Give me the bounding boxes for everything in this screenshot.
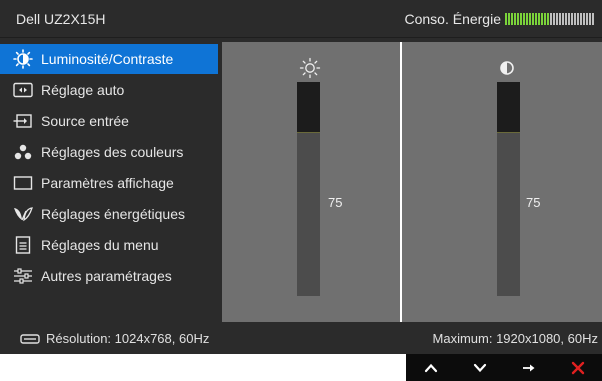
energy-bar-segment	[523, 13, 525, 25]
energy-bar-segment	[589, 13, 591, 25]
energy-bar-segment	[544, 13, 546, 25]
energy-level-bars	[505, 13, 594, 25]
other-settings-icon	[11, 266, 35, 286]
down-button[interactable]	[462, 354, 498, 381]
auto-adjust-icon	[11, 80, 35, 100]
display-settings-icon	[11, 173, 35, 193]
menu-item-menu-settings[interactable]: Réglages du menu	[0, 230, 218, 260]
osd-footer: Résolution: 1024x768, 60Hz Maximum: 1920…	[0, 322, 602, 354]
energy-bar-segment	[514, 13, 516, 25]
energy-bar-segment	[547, 13, 549, 25]
energy-bar-segment	[559, 13, 561, 25]
energy-bar-segment	[535, 13, 537, 25]
current-resolution: Résolution: 1024x768, 60Hz	[20, 331, 209, 346]
energy-bar-segment	[508, 13, 510, 25]
right-arrow-icon	[522, 364, 534, 371]
display-port-icon	[20, 333, 40, 345]
menu-item-label: Luminosité/Contraste	[41, 51, 174, 67]
contrast-slider[interactable]	[497, 82, 520, 296]
energy-bar-segment	[526, 13, 528, 25]
up-button[interactable]	[413, 354, 449, 381]
contrast-value: 75	[526, 195, 541, 210]
panel-divider	[400, 42, 402, 322]
energy-bar-segment	[553, 13, 555, 25]
menu-settings-icon	[11, 235, 35, 255]
brightness-value: 75	[328, 195, 343, 210]
menu-item-auto-adjust[interactable]: Réglage auto	[0, 75, 218, 105]
energy-label: Conso. Énergie	[404, 11, 501, 27]
energy-bar-segment	[574, 13, 576, 25]
menu-item-color-settings[interactable]: Réglages des couleurs	[0, 137, 218, 167]
sun-icon	[298, 56, 322, 80]
menu-item-label: Paramètres affichage	[41, 175, 174, 191]
energy-bar-segment	[517, 13, 519, 25]
brightness-slider-empty	[297, 82, 320, 133]
energy-bar-segment	[556, 13, 558, 25]
menu-item-brightness-contrast[interactable]: Luminosité/Contraste	[0, 44, 218, 74]
monitor-osd: Dell UZ2X15H Conso. Énergie Luminosité/C…	[0, 0, 602, 354]
energy-bar-segment	[529, 13, 531, 25]
energy-bar-segment	[550, 13, 552, 25]
model-name: Dell UZ2X15H	[16, 11, 106, 27]
menu-item-label: Source entrée	[41, 113, 129, 129]
close-icon	[571, 361, 584, 374]
menu-item-energy-settings[interactable]: Réglages énergétiques	[0, 199, 218, 229]
brightness-slider[interactable]	[297, 82, 320, 296]
energy-bar-segment	[583, 13, 585, 25]
menu-item-display-settings[interactable]: Paramètres affichage	[0, 168, 218, 198]
menu-item-label: Autres paramétrages	[41, 268, 172, 284]
color-settings-icon	[11, 142, 35, 162]
energy-bar-segment	[562, 13, 564, 25]
contrast-slider-empty	[497, 82, 520, 133]
energy-bar-segment	[505, 13, 507, 25]
energy-bar-segment	[538, 13, 540, 25]
menu-item-label: Réglages des couleurs	[41, 144, 184, 160]
osd-header: Dell UZ2X15H Conso. Énergie	[0, 0, 602, 38]
contrast-icon	[495, 56, 519, 80]
energy-bar-segment	[592, 13, 594, 25]
adjustment-panel: 75 75	[222, 42, 602, 322]
osd-menu: Luminosité/Contraste Réglage auto Source…	[0, 42, 222, 322]
up-arrow-icon	[424, 363, 437, 372]
energy-bar-segment	[532, 13, 534, 25]
menu-item-label: Réglages énergétiques	[41, 206, 185, 222]
menu-item-label: Réglage auto	[41, 82, 125, 98]
energy-bar-segment	[568, 13, 570, 25]
resolution-text: Résolution: 1024x768, 60Hz	[46, 331, 210, 346]
energy-bar-segment	[577, 13, 579, 25]
maximum-resolution: Maximum: 1920x1080, 60Hz	[432, 331, 598, 346]
energy-bar-segment	[541, 13, 543, 25]
energy-bar-segment	[571, 13, 573, 25]
energy-meter: Conso. Énergie	[404, 11, 594, 27]
energy-bar-segment	[580, 13, 582, 25]
brightness-contrast-icon	[11, 49, 35, 69]
menu-item-label: Réglages du menu	[41, 237, 159, 253]
menu-item-input-source[interactable]: Source entrée	[0, 106, 218, 136]
energy-bar-segment	[511, 13, 513, 25]
osd-navigation	[406, 354, 602, 381]
down-arrow-icon	[473, 363, 486, 372]
input-source-icon	[11, 111, 35, 131]
energy-bar-segment	[586, 13, 588, 25]
select-button[interactable]	[511, 354, 547, 381]
energy-settings-icon	[11, 204, 35, 224]
menu-item-other-settings[interactable]: Autres paramétrages	[0, 261, 218, 291]
energy-bar-segment	[565, 13, 567, 25]
exit-button[interactable]	[560, 354, 596, 381]
energy-bar-segment	[520, 13, 522, 25]
